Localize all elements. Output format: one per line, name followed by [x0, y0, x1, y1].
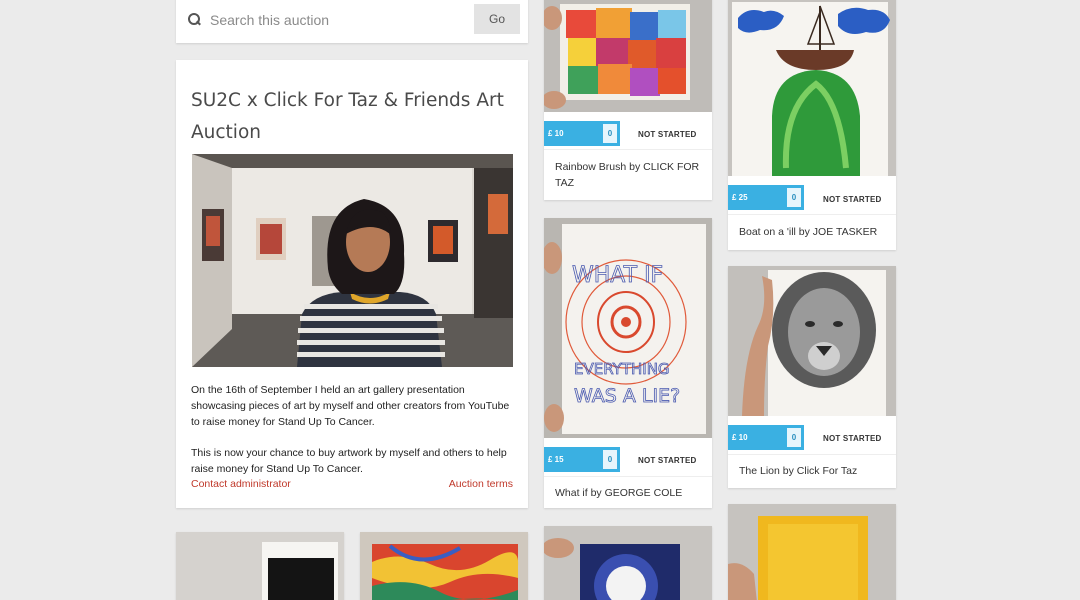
lot-status: NOT STARTED	[823, 195, 882, 204]
lot-title[interactable]: The Lion by Click For Taz	[739, 463, 884, 479]
lot-card[interactable]: £ 10 0 NOT STARTED Rainbow Brush by CLIC…	[544, 0, 712, 200]
auction-terms-link[interactable]: Auction terms	[449, 478, 513, 490]
lot-title[interactable]: Rainbow Brush by CLICK FOR TAZ	[555, 159, 700, 191]
lot-title[interactable]: Boat on a 'ill by JOE TASKER	[739, 224, 884, 240]
bid-count: 0	[603, 450, 617, 469]
lot-card[interactable]	[360, 532, 528, 600]
lot-image[interactable]	[544, 0, 712, 112]
lot-image[interactable]	[728, 266, 896, 416]
lot-status: NOT STARTED	[638, 130, 697, 139]
lot-card[interactable]: £ 10 0 NOT STARTED The Lion by Click For…	[728, 266, 896, 488]
lot-status: NOT STARTED	[823, 434, 882, 443]
gallery-photo	[192, 154, 513, 367]
artwork-text: EVERYTHING	[574, 360, 670, 378]
current-bid: £ 15 0	[544, 447, 620, 472]
lot-image[interactable]	[360, 532, 528, 600]
lot-image[interactable]: WHAT IF EVERYTHING WAS A LIE?	[544, 218, 712, 438]
lot-title[interactable]: What if by GEORGE COLE	[555, 485, 700, 501]
search-bar: Go	[176, 0, 528, 43]
current-bid: £ 25 0	[728, 185, 804, 210]
lot-status: NOT STARTED	[638, 456, 697, 465]
search-icon	[188, 13, 200, 25]
lot-image[interactable]	[544, 526, 712, 600]
lot-image[interactable]	[728, 504, 896, 600]
lot-card[interactable]	[544, 526, 712, 600]
artwork-text: WHAT IF	[572, 263, 663, 288]
lot-card[interactable]	[728, 504, 896, 600]
auction-title: SU2C x Click For Taz & Friends Art Aucti…	[191, 90, 504, 143]
current-bid: £ 10 0	[728, 425, 804, 450]
go-button[interactable]: Go	[474, 4, 520, 34]
auction-info-card: SU2C x Click For Taz & Friends Art Aucti…	[176, 60, 528, 508]
lot-image[interactable]	[728, 0, 896, 176]
artwork-text: WAS A LIE?	[574, 385, 680, 407]
auction-description-2: This is now your chance to buy artwork b…	[191, 447, 507, 475]
bid-count: 0	[787, 188, 801, 207]
lot-card[interactable]	[176, 532, 344, 600]
bid-count: 0	[603, 124, 617, 143]
lot-card[interactable]: £ 25 0 NOT STARTED Boat on a 'ill by JOE…	[728, 0, 896, 250]
lot-image[interactable]	[176, 532, 344, 600]
lot-card[interactable]: WHAT IF EVERYTHING WAS A LIE? £ 15 0 NOT…	[544, 218, 712, 508]
bid-count: 0	[787, 428, 801, 447]
auction-description: On the 16th of September I held an art g…	[191, 384, 510, 428]
current-bid: £ 10 0	[544, 121, 620, 146]
search-input[interactable]	[210, 8, 460, 32]
contact-administrator-link[interactable]: Contact administrator	[191, 478, 291, 490]
